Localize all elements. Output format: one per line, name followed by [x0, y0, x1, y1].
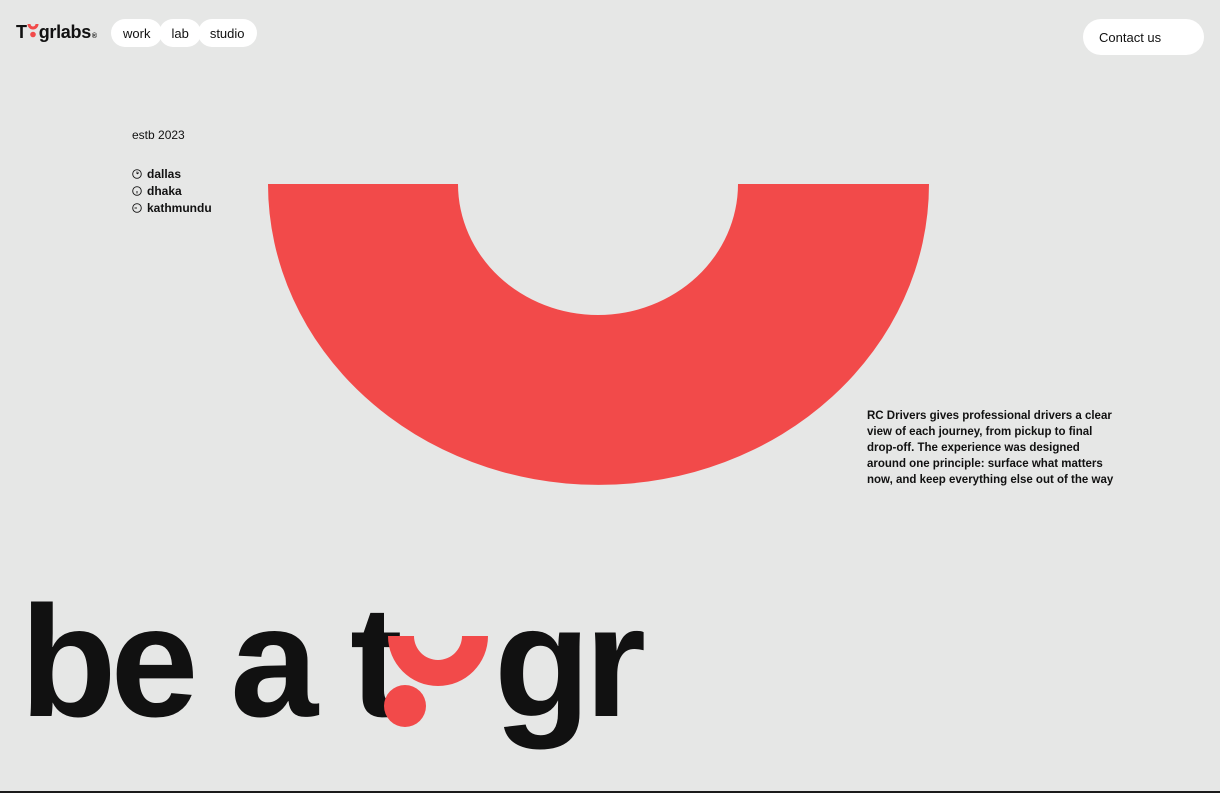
city-list: dallas dhaka kathmundu [132, 165, 212, 216]
red-half-ring-graphic [268, 184, 929, 485]
clock-icon [132, 185, 142, 196]
nav-item-lab[interactable]: lab [159, 19, 201, 47]
nav-item-work[interactable]: work [111, 19, 163, 47]
hero-text-part1: be a t [20, 588, 401, 750]
contact-us-button[interactable]: Contact us [1083, 19, 1204, 55]
city-item-dhaka: dhaka [132, 182, 212, 199]
city-name: dhaka [147, 183, 182, 198]
logo-y-mark-icon [27, 22, 39, 38]
clock-icon [132, 202, 142, 213]
city-name: dallas [147, 166, 182, 181]
established-label: estb 2023 [132, 128, 185, 142]
city-name: kathmundu [147, 200, 212, 215]
brand-logo[interactable]: T grlabs ® [16, 22, 97, 43]
tygr-y-mark-icon [384, 636, 488, 727]
city-item-dallas: dallas [132, 165, 212, 182]
city-item-kathmundu: kathmundu [132, 199, 212, 216]
registered-mark: ® [91, 33, 97, 40]
main-nav: work lab studio [111, 19, 257, 47]
logo-wordmark: grlabs [38, 22, 92, 42]
logo-letter-t: T [16, 22, 27, 42]
project-description: RC Drivers gives professional drivers a … [867, 409, 1114, 486]
hero-text-part2: gr [494, 588, 645, 750]
nav-item-studio[interactable]: studio [197, 19, 257, 47]
clock-icon [132, 168, 142, 179]
hero-tagline: be a t gr [20, 588, 651, 750]
